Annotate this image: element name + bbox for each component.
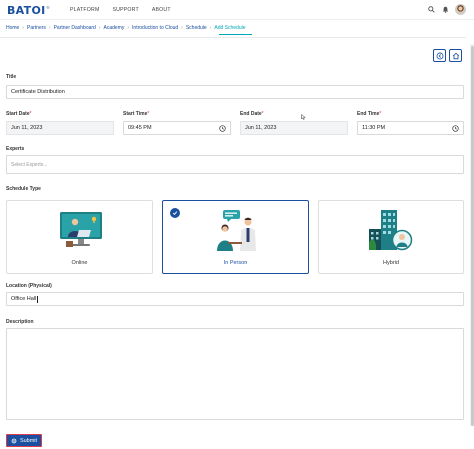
header-actions xyxy=(427,4,466,15)
experts-placeholder: Select Experts... xyxy=(11,161,48,168)
start-time-value: 09:45 PM xyxy=(128,125,152,131)
chevron-right-icon: › xyxy=(48,25,51,31)
end-date-value: Jun 11, 2023 xyxy=(245,125,277,131)
breadcrumb-partner-dashboard[interactable]: Partner Dashboard xyxy=(54,25,96,31)
title-input[interactable]: Certificate Distribution xyxy=(6,85,464,99)
vertical-scrollbar[interactable] xyxy=(470,44,474,426)
start-date-input[interactable]: Jun 11, 2023 xyxy=(6,121,114,135)
nav-support[interactable]: SUPPORT xyxy=(112,7,138,13)
chevron-right-icon: › xyxy=(127,25,130,31)
search-icon[interactable] xyxy=(427,6,435,14)
chevron-right-icon: › xyxy=(98,25,101,31)
end-date-label: End Date* xyxy=(240,111,264,117)
bell-icon[interactable] xyxy=(441,6,449,14)
breadcrumb-divider xyxy=(0,37,466,38)
schedule-type-online-label: Online xyxy=(71,260,88,266)
start-date-value: Jun 11, 2023 xyxy=(11,125,43,131)
check-icon xyxy=(170,208,180,218)
breadcrumb-home[interactable]: Home xyxy=(6,25,19,31)
breadcrumb: Home › Partners › Partner Dashboard › Ac… xyxy=(6,25,246,31)
clock-icon[interactable] xyxy=(452,125,459,134)
logo-text: BATOI xyxy=(7,3,46,17)
chevron-right-icon: › xyxy=(22,25,25,31)
scrollbar-thumb[interactable] xyxy=(470,46,474,426)
location-value: Office Hall xyxy=(11,296,37,302)
end-time-input[interactable]: 11:30 PM xyxy=(357,121,464,135)
back-button[interactable] xyxy=(433,49,446,62)
schedule-type-hybrid-card[interactable]: Hybrid xyxy=(318,200,464,274)
chevron-right-icon: › xyxy=(209,25,212,31)
breadcrumb-introduction-to-cloud[interactable]: Introduction to Cloud xyxy=(132,25,178,31)
mouse-cursor-icon xyxy=(301,114,306,120)
end-date-input[interactable]: Jun 11, 2023 xyxy=(240,121,348,135)
required-marker: * xyxy=(147,111,150,117)
nav-about[interactable]: ABOUT xyxy=(152,7,171,13)
logo-registered-mark: ® xyxy=(46,4,50,10)
batoi-logo[interactable]: BATOI ® xyxy=(7,3,50,17)
schedule-type-in-person-label: In Person xyxy=(223,260,248,266)
hybrid-illustration-icon xyxy=(369,210,413,251)
arrow-left-circle-icon xyxy=(436,52,443,59)
title-label: Title xyxy=(6,74,17,80)
gear-icon xyxy=(11,437,17,444)
page-actions xyxy=(433,49,462,62)
breadcrumb-schedule[interactable]: Schedule xyxy=(186,25,207,31)
breadcrumb-add-schedule: Add Schedule xyxy=(214,25,246,31)
experts-label: Experts xyxy=(6,146,25,152)
location-label: Location (Physical) xyxy=(6,283,52,289)
end-time-label: End Time* xyxy=(357,111,381,117)
start-time-label-text: Start Time xyxy=(123,111,148,117)
submit-button[interactable]: Submit xyxy=(6,434,42,447)
chevron-right-icon: › xyxy=(181,25,183,31)
description-textarea[interactable] xyxy=(6,328,464,420)
top-navigation-bar: BATOI ® PLATFORM SUPPORT ABOUT xyxy=(0,0,474,20)
online-illustration-icon xyxy=(60,212,102,247)
breadcrumb-academy[interactable]: Academy xyxy=(104,25,125,31)
breadcrumb-partners[interactable]: Partners xyxy=(27,25,46,31)
clock-icon[interactable] xyxy=(219,125,226,134)
start-date-label-text: Start Date xyxy=(6,111,30,117)
text-cursor xyxy=(36,295,38,303)
user-avatar[interactable] xyxy=(455,4,466,15)
required-marker: * xyxy=(261,111,264,117)
start-time-input[interactable]: 09:45 PM xyxy=(123,121,231,135)
schedule-type-label: Schedule Type xyxy=(6,186,41,192)
in-person-illustration-icon xyxy=(217,210,256,251)
home-button[interactable] xyxy=(449,49,462,62)
end-time-value: 11:30 PM xyxy=(362,125,386,131)
main-nav: PLATFORM SUPPORT ABOUT xyxy=(70,7,171,13)
breadcrumb-active-underline xyxy=(219,34,252,35)
start-time-label: Start Time* xyxy=(123,111,149,117)
experts-select[interactable]: Select Experts... xyxy=(6,155,464,174)
nav-platform[interactable]: PLATFORM xyxy=(70,7,99,13)
schedule-type-in-person-card[interactable]: In Person xyxy=(162,200,309,274)
schedule-type-hybrid-label: Hybrid xyxy=(383,260,399,266)
schedule-type-online-card[interactable]: Online xyxy=(6,200,153,274)
description-label: Description xyxy=(6,319,34,325)
required-marker: * xyxy=(379,111,382,117)
required-marker: * xyxy=(29,111,32,117)
submit-label: Submit xyxy=(19,437,38,444)
location-input[interactable]: Office Hall xyxy=(6,292,464,306)
end-date-label-text: End Date xyxy=(240,111,262,117)
start-date-label: Start Date* xyxy=(6,111,32,117)
home-icon xyxy=(452,52,459,59)
end-time-label-text: End Time xyxy=(357,111,380,117)
